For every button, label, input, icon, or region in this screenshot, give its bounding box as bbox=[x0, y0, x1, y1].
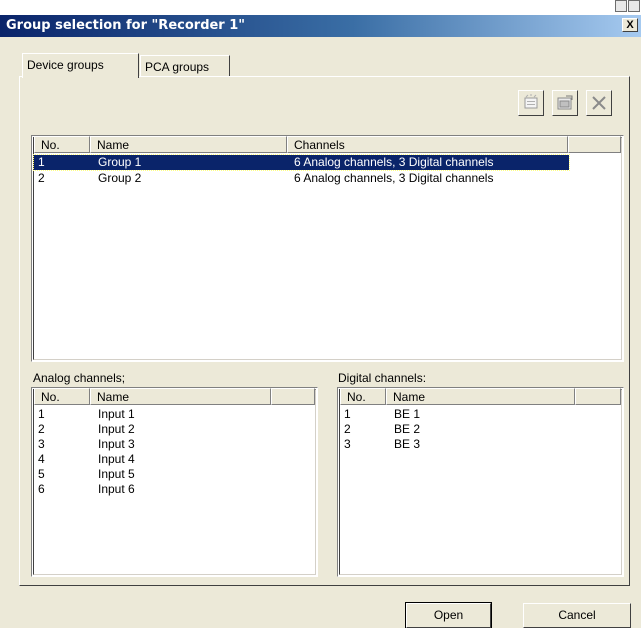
column-header-filler bbox=[575, 388, 621, 405]
column-header-filler bbox=[568, 136, 621, 153]
digital-channels-label: Digital channels: bbox=[338, 371, 427, 385]
item-name: BE 1 bbox=[394, 407, 421, 421]
list-item[interactable]: 1 BE 1 bbox=[340, 407, 573, 422]
column-header-no[interactable]: No. bbox=[340, 388, 386, 405]
open-button[interactable]: Open bbox=[405, 602, 492, 628]
cancel-button[interactable]: Cancel bbox=[523, 603, 631, 628]
list-item[interactable]: 6 Input 6 bbox=[34, 482, 271, 497]
item-no: 1 bbox=[38, 407, 45, 421]
column-header-name[interactable]: Name bbox=[90, 136, 287, 153]
row-channels: 6 Analog channels, 3 Digital channels bbox=[294, 155, 494, 169]
item-no: 6 bbox=[38, 482, 45, 496]
item-no: 2 bbox=[38, 422, 45, 436]
item-name: Input 6 bbox=[98, 482, 135, 496]
column-header-name[interactable]: Name bbox=[386, 388, 575, 405]
list-item[interactable]: 4 Input 4 bbox=[34, 452, 271, 467]
item-no: 3 bbox=[344, 437, 351, 451]
edit-group-button[interactable] bbox=[552, 90, 578, 116]
row-no: 2 bbox=[38, 171, 45, 185]
minimize-icon bbox=[615, 0, 627, 12]
column-header-channels[interactable]: Channels bbox=[287, 136, 568, 153]
group-selection-dialog: Group selection for "Recorder 1" X Devic… bbox=[0, 15, 641, 628]
item-no: 3 bbox=[38, 437, 45, 451]
column-header-name[interactable]: Name bbox=[90, 388, 271, 405]
digital-channels-list[interactable]: No. Name 1 BE 1 2 BE 2 3 BE 3 bbox=[337, 387, 624, 577]
row-name: Group 2 bbox=[98, 171, 142, 185]
new-group-icon bbox=[524, 94, 538, 109]
table-row[interactable]: 2 Group 2 6 Analog channels, 3 Digital c… bbox=[34, 171, 569, 186]
list-item[interactable]: 2 Input 2 bbox=[34, 422, 271, 437]
table-row[interactable]: 1 Group 1 6 Analog channels, 3 Digital c… bbox=[33, 154, 570, 171]
delete-icon bbox=[592, 96, 606, 110]
list-item[interactable]: 5 Input 5 bbox=[34, 467, 271, 482]
delete-group-button[interactable] bbox=[586, 90, 612, 116]
column-header-no[interactable]: No. bbox=[34, 388, 90, 405]
dialog-title: Group selection for "Recorder 1" bbox=[6, 18, 246, 33]
analog-channels-label: Analog channels; bbox=[33, 371, 126, 385]
item-name: Input 3 bbox=[98, 437, 135, 451]
new-group-button[interactable] bbox=[518, 90, 544, 116]
item-no: 5 bbox=[38, 467, 45, 481]
tab-device-groups[interactable]: Device groups bbox=[22, 53, 139, 78]
item-no: 4 bbox=[38, 452, 45, 466]
analog-channels-list[interactable]: No. Name 1 Input 1 2 Input 2 3 Input 3 4… bbox=[31, 387, 318, 577]
item-name: BE 3 bbox=[394, 437, 421, 451]
column-header-no[interactable]: No. bbox=[34, 136, 90, 153]
list-item[interactable]: 3 BE 3 bbox=[340, 437, 573, 452]
row-channels: 6 Analog channels, 3 Digital channels bbox=[294, 171, 494, 185]
item-no: 2 bbox=[344, 422, 351, 436]
item-name: BE 2 bbox=[394, 422, 421, 436]
column-header-filler bbox=[271, 388, 315, 405]
list-item[interactable]: 1 Input 1 bbox=[34, 407, 271, 422]
close-button[interactable]: X bbox=[622, 18, 638, 32]
item-name: Input 1 bbox=[98, 407, 135, 421]
list-item[interactable]: 3 Input 3 bbox=[34, 437, 271, 452]
title-bar[interactable]: Group selection for "Recorder 1" X bbox=[0, 15, 641, 37]
groups-list[interactable]: No. Name Channels 1 Group 1 6 Analog cha… bbox=[31, 135, 624, 362]
item-no: 1 bbox=[344, 407, 351, 421]
item-name: Input 5 bbox=[98, 467, 135, 481]
row-name: Group 1 bbox=[98, 155, 142, 169]
item-name: Input 2 bbox=[98, 422, 135, 436]
list-item[interactable]: 2 BE 2 bbox=[340, 422, 573, 437]
edit-group-icon bbox=[557, 95, 573, 110]
item-name: Input 4 bbox=[98, 452, 135, 466]
maximize-icon bbox=[628, 0, 640, 12]
tab-pca-groups[interactable]: PCA groups bbox=[140, 55, 230, 77]
row-no: 1 bbox=[38, 155, 45, 169]
background-window-controls bbox=[615, 0, 641, 14]
